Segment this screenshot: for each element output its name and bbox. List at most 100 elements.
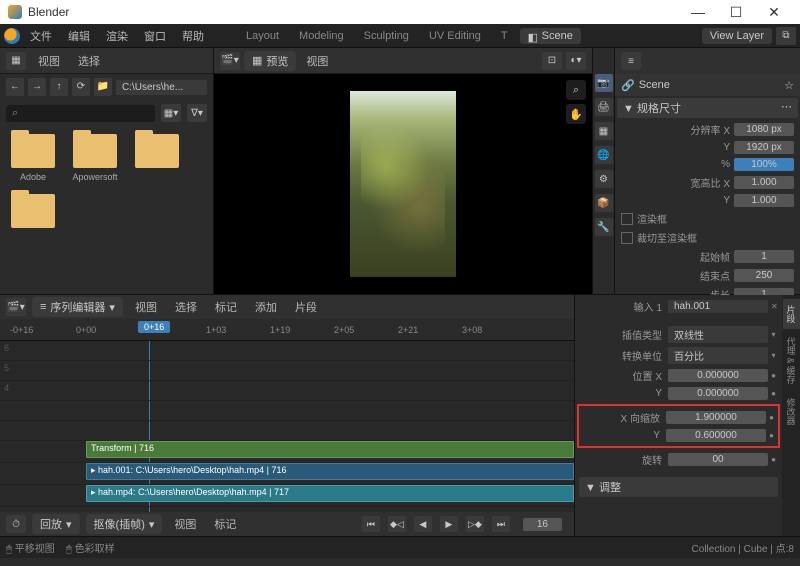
tab-layout[interactable]: Layout: [238, 28, 287, 44]
tab-object-icon[interactable]: 📦: [595, 194, 613, 212]
frame-end-field[interactable]: 250: [734, 269, 794, 282]
folder-item[interactable]: Apowersoft: [70, 134, 120, 182]
folder-item[interactable]: [132, 134, 182, 182]
search-input[interactable]: ⌕: [6, 105, 155, 122]
tab-viewlayer-icon[interactable]: ▦: [595, 122, 613, 140]
zoom-icon[interactable]: ⌕: [566, 80, 586, 100]
close-button[interactable]: ✕: [756, 0, 792, 24]
overlay-icon[interactable]: ◐▾: [566, 52, 586, 70]
editor-type-icon[interactable]: 🎬▾: [220, 52, 240, 70]
folder-icon[interactable]: 📁: [94, 78, 112, 96]
sequencer-mode[interactable]: ≡ 序列编辑器 ▾: [32, 297, 123, 317]
keyframe-next-button[interactable]: ▷◆: [466, 516, 484, 532]
footer-menu-marker[interactable]: 标记: [208, 514, 242, 534]
tab-modifier[interactable]: 修改器: [783, 392, 800, 431]
menu-render[interactable]: 渲染: [100, 26, 134, 46]
nav-up-button[interactable]: ↑: [50, 78, 68, 96]
dimensions-section-header[interactable]: ▼ 规格尺寸⋯: [617, 98, 798, 118]
scene-selector[interactable]: ◧Scene: [520, 28, 581, 44]
menu-file[interactable]: 文件: [24, 26, 58, 46]
scale-x-field[interactable]: 1.900000: [666, 411, 766, 424]
strip-hah001[interactable]: ▸ hah.001: C:\Users\hero\Desktop\hah.mp4…: [86, 463, 574, 480]
path-field[interactable]: C:\Users\he...: [116, 80, 207, 95]
display-mode-icon[interactable]: ▦▾: [161, 104, 181, 122]
menu-window[interactable]: 窗口: [138, 26, 172, 46]
editor-type-icon[interactable]: 🎬▾: [6, 298, 26, 316]
crop-check[interactable]: [621, 232, 633, 244]
timeline-tracks[interactable]: 6 5 4 Transform | 716 ▸ hah.001: C:\User…: [0, 341, 574, 512]
percent-field[interactable]: 100%: [734, 158, 794, 171]
pan-icon[interactable]: ✋: [566, 104, 586, 124]
jump-end-button[interactable]: ⏭: [492, 516, 510, 532]
rot-field[interactable]: 00: [668, 453, 768, 466]
app-icon[interactable]: [4, 28, 20, 44]
fb-menu-view[interactable]: 视图: [32, 51, 66, 71]
keying-mode[interactable]: 抠像(插帧)▾: [86, 514, 163, 534]
editor-type-icon[interactable]: ▦: [6, 52, 26, 70]
play-button[interactable]: ▶: [440, 516, 458, 532]
scale-y-field[interactable]: 0.600000: [666, 429, 766, 442]
aspect-x-field[interactable]: 1.000: [734, 176, 794, 189]
pos-y-field[interactable]: 0.000000: [668, 387, 768, 400]
minimize-button[interactable]: —: [680, 0, 716, 24]
strip-hah[interactable]: ▸ hah.mp4: C:\Users\hero\Desktop\hah.mp4…: [86, 485, 574, 502]
tab-uvediting[interactable]: UV Editing: [421, 28, 489, 44]
pos-x-field[interactable]: 0.000000: [668, 369, 768, 382]
res-x-field[interactable]: 1080 px: [734, 123, 794, 136]
strip-side-tabs: 片段 代理 & 缓存 修改器: [782, 295, 800, 536]
seq-menu-select[interactable]: 选择: [169, 297, 203, 317]
menu-help[interactable]: 帮助: [176, 26, 210, 46]
adjust-section[interactable]: ▼ 调整: [579, 477, 778, 497]
playhead[interactable]: 0+16: [138, 321, 170, 333]
strip-transform[interactable]: Transform | 716: [86, 441, 574, 458]
unit-field[interactable]: 百分比: [668, 347, 768, 364]
folder-item[interactable]: [8, 194, 58, 232]
filter-icon[interactable]: ∇▾: [187, 104, 207, 122]
editor-type-icon[interactable]: ≡: [621, 52, 641, 70]
tab-render-icon[interactable]: 📷: [595, 74, 613, 92]
gizmo-icon[interactable]: ⊡: [542, 52, 562, 70]
nav-refresh-button[interactable]: ⟳: [72, 78, 90, 96]
tab-output-icon[interactable]: 🖨: [595, 98, 613, 116]
current-frame-field[interactable]: 16: [523, 518, 562, 531]
res-y-field[interactable]: 1920 px: [734, 141, 794, 154]
fb-menu-select[interactable]: 选择: [72, 51, 106, 71]
frame-start-field[interactable]: 1: [734, 250, 794, 263]
play-reverse-button[interactable]: ◀: [414, 516, 432, 532]
seq-menu-marker[interactable]: 标记: [209, 297, 243, 317]
scale-y-label: Y: [583, 430, 666, 441]
scene-header[interactable]: 🔗 Scene☆: [615, 74, 800, 96]
input-field[interactable]: hah.001: [668, 300, 768, 313]
aspect-y-field[interactable]: 1.000: [734, 194, 794, 207]
preview-area[interactable]: ⌕ ✋: [214, 74, 592, 294]
viewlayer-selector[interactable]: View Layer: [702, 28, 772, 44]
menu-edit[interactable]: 编辑: [62, 26, 96, 46]
timeline-ruler[interactable]: -0+16 0+00 0+16 1+03 1+19 2+05 2+21 3+08: [0, 319, 574, 341]
maximize-button[interactable]: ☐: [718, 0, 754, 24]
keyframe-prev-button[interactable]: ◆◁: [388, 516, 406, 532]
tab-sculpting[interactable]: Sculpting: [356, 28, 417, 44]
nav-back-button[interactable]: ←: [6, 78, 24, 96]
tab-world-icon[interactable]: ⚙: [595, 170, 613, 188]
tab-modeling[interactable]: Modeling: [291, 28, 352, 44]
playback-menu[interactable]: 回放▾: [32, 514, 80, 534]
tab-scene-icon[interactable]: 🌐: [595, 146, 613, 164]
interp-field[interactable]: 双线性: [668, 326, 768, 343]
folder-item[interactable]: Adobe: [8, 134, 58, 182]
viewlayer-new-icon[interactable]: ⧉: [776, 27, 796, 45]
editor-type-icon[interactable]: ⏱: [6, 515, 26, 533]
seq-menu-view[interactable]: 视图: [129, 297, 163, 317]
tab-proxy[interactable]: 代理 & 缓存: [783, 331, 800, 390]
jump-start-button[interactable]: ⏮: [362, 516, 380, 532]
seq-menu-add[interactable]: 添加: [249, 297, 283, 317]
footer-menu-view[interactable]: 视图: [168, 514, 202, 534]
seq-menu-strip[interactable]: 片段: [289, 297, 323, 317]
tab-strip[interactable]: 片段: [783, 299, 800, 329]
unit-label: 转换单位: [581, 348, 668, 363]
border-check[interactable]: [621, 213, 633, 225]
tab-modifier-icon[interactable]: 🔧: [595, 218, 613, 236]
nav-forward-button[interactable]: →: [28, 78, 46, 96]
vp-menu-view[interactable]: 视图: [300, 51, 334, 71]
preview-mode[interactable]: ▦ 预览: [244, 51, 296, 71]
tab-more[interactable]: T: [493, 28, 516, 44]
